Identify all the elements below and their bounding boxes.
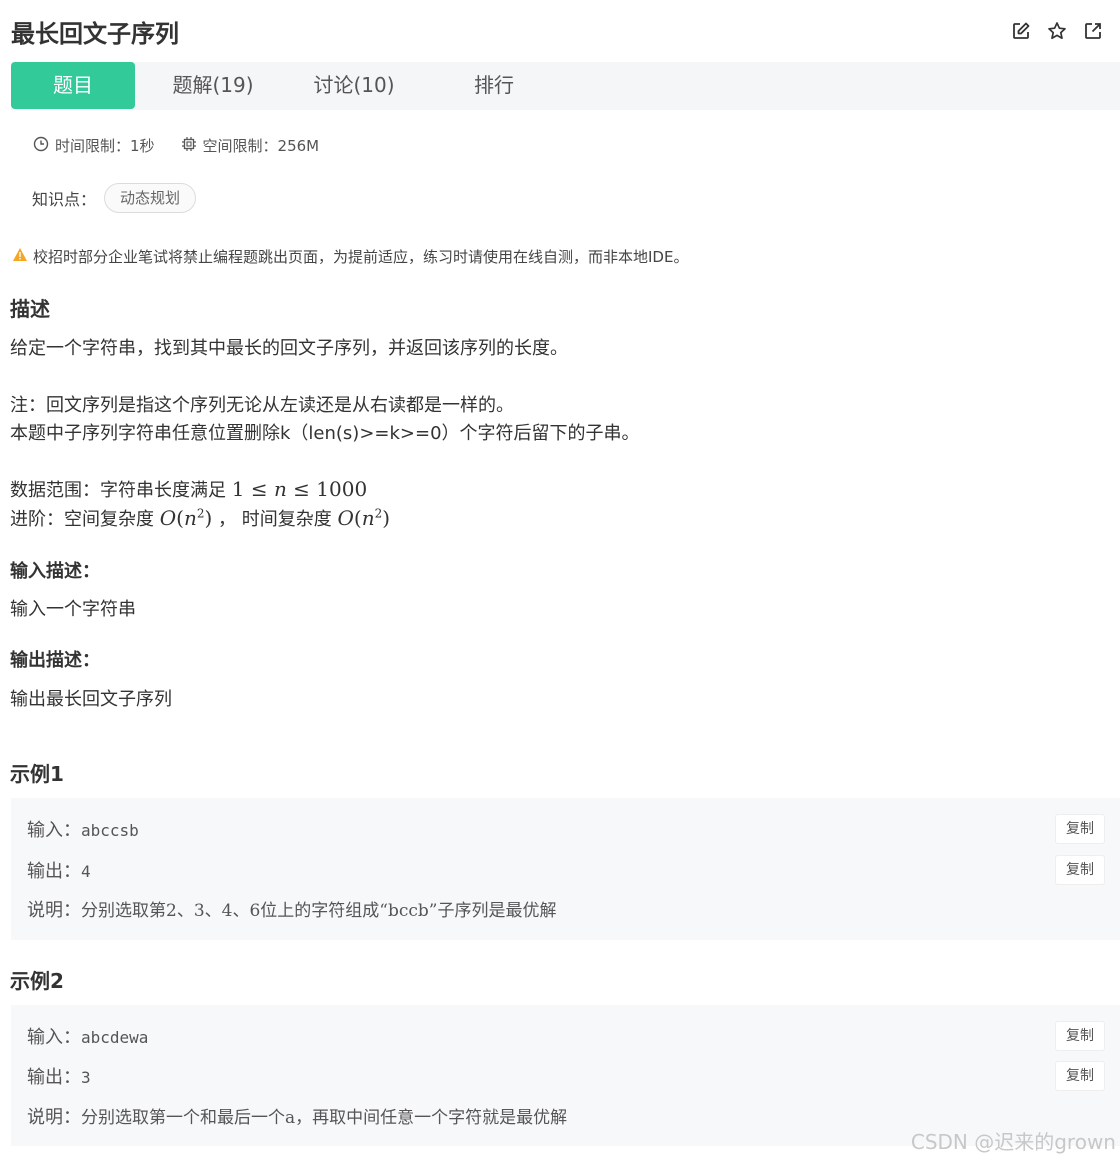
page-title: 最长回文子序列 <box>11 20 179 48</box>
example-note: 说明：分别选取第一个和最后一个a，再取中间任意一个字符就是最优解 <box>27 1107 568 1128</box>
time-limit: 时间限制：1秒 <box>33 135 155 156</box>
tag-chip[interactable]: 动态规划 <box>104 183 197 213</box>
example-heading: 示例2 <box>10 969 64 993</box>
space-complexity: O(n2) <box>159 506 213 530</box>
watermark: CSDN @迟来的grown <box>910 1130 1116 1154</box>
time-complexity: O(n2) <box>337 506 391 530</box>
tab-problem[interactable]: 题目 <box>11 62 135 109</box>
edit-icon[interactable] <box>1010 20 1032 42</box>
space-limit: 空间限制：256M <box>181 135 319 156</box>
copy-button[interactable]: 复制 <box>1055 855 1105 885</box>
knowledge-points: 知识点： 动态规划 <box>32 183 197 213</box>
example-note: 说明：分别选取第2、3、4、6位上的字符组成“bccb”子序列是最优解 <box>27 900 557 921</box>
advanced-requirement: 进阶：空间复杂度 O(n2) ， 时间复杂度 O(n2) <box>10 506 391 530</box>
example-input: 输入：abcdewa <box>27 1027 149 1048</box>
knowledge-label: 知识点： <box>32 190 97 209</box>
description-heading: 描述 <box>10 297 50 321</box>
external-link-icon[interactable] <box>1082 20 1104 42</box>
limits: 时间限制：1秒 空间限制：256M <box>33 135 345 156</box>
example-heading: 示例1 <box>10 762 64 786</box>
output-desc-heading: 输出描述： <box>10 650 100 671</box>
copy-button[interactable]: 复制 <box>1055 1061 1105 1091</box>
tab-discussion[interactable]: 讨论(10) <box>294 62 414 109</box>
tab-bar: 题目 题解(19) 讨论(10) 排行 <box>11 62 1120 110</box>
warning-icon <box>12 247 33 266</box>
input-desc-heading: 输入描述： <box>10 561 100 582</box>
tab-solutions[interactable]: 题解(19) <box>153 62 273 109</box>
warning-banner: 校招时部分企业笔试将禁止编程题跳出页面，为提前适应，练习时请使用在线自测，而非本… <box>12 246 688 267</box>
data-range: 数据范围：字符串长度满足 1 ≤ n ≤ 1000 <box>10 477 368 501</box>
example-box: 输入：abcdewa 复制 输出：3 复制 说明：分别选取第一个和最后一个a，再… <box>11 1005 1120 1146</box>
example-input: 输入：abccsb <box>27 820 139 841</box>
copy-button[interactable]: 复制 <box>1055 1021 1105 1051</box>
clock-icon <box>33 136 55 156</box>
example-box: 输入：abccsb 复制 输出：4 复制 说明：分别选取第2、3、4、6位上的字… <box>11 798 1120 940</box>
copy-button[interactable]: 复制 <box>1055 814 1105 844</box>
output-desc-text: 输出最长回文子序列 <box>10 689 172 710</box>
star-icon[interactable] <box>1046 20 1068 42</box>
input-desc-text: 输入一个字符串 <box>10 599 136 620</box>
description-line: 本题中子序列字符串任意位置删除k（len(s)>=k>=0）个字符后留下的子串。 <box>10 423 640 444</box>
tab-ranking[interactable]: 排行 <box>434 62 554 109</box>
example-output: 输出：4 <box>27 861 91 882</box>
toolbar <box>1010 20 1104 42</box>
range-formula: 1 ≤ n ≤ 1000 <box>231 477 368 501</box>
example-output: 输出：3 <box>27 1067 91 1088</box>
description-line: 给定一个字符串，找到其中最长的回文子序列，并返回该序列的长度。 <box>10 338 568 359</box>
description-line: 注：回文序列是指这个序列无论从左读还是从右读都是一样的。 <box>10 395 514 416</box>
chip-icon <box>181 136 203 156</box>
